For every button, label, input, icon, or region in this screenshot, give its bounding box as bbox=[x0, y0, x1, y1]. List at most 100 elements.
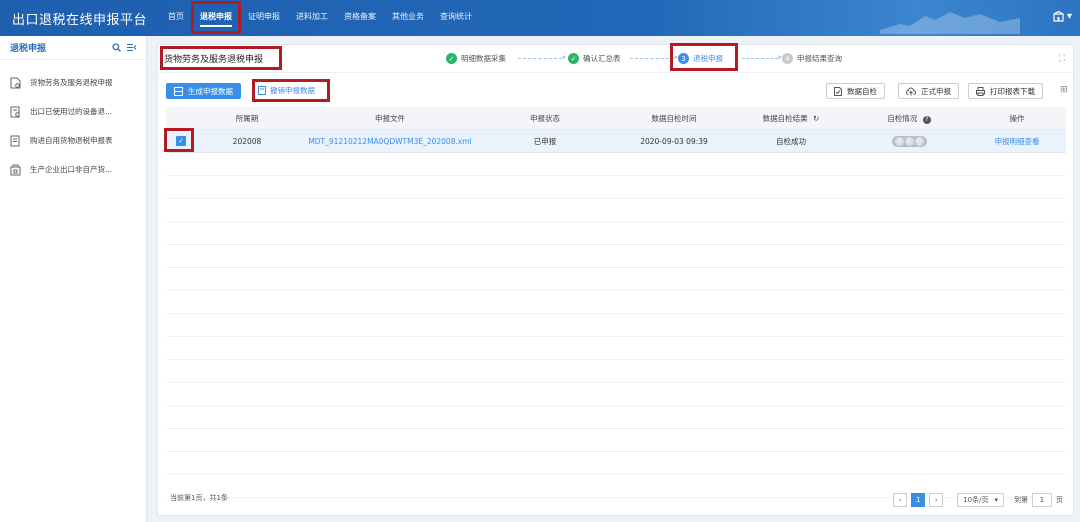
formal-declaration-button[interactable]: 正式申报 bbox=[898, 83, 959, 99]
step-arrow bbox=[742, 53, 782, 61]
document-icon bbox=[10, 106, 20, 117]
empty-row bbox=[166, 222, 1066, 245]
nav-other-business[interactable]: 其他业务 bbox=[384, 0, 432, 36]
cell-status: 已申报 bbox=[533, 136, 557, 146]
sidebar-item-label: 购进自用货物退税申报表 bbox=[30, 136, 113, 145]
header-label: 自检情况 bbox=[887, 113, 918, 123]
sidebar-item-used-equipment-refund[interactable]: 出口已使用过的设备退... bbox=[0, 97, 146, 126]
button-label: 撤销申报数据 bbox=[270, 86, 315, 95]
generate-declaration-data-button[interactable]: 生成申报数据 bbox=[166, 83, 241, 99]
sidebar-item-label: 货物劳务及服务退税申报 bbox=[30, 78, 113, 87]
table-header: 所属期 申报文件 申报状态 数据自检时间 数据自检结果 ↻ 自检情况 ? 操作 bbox=[166, 107, 1066, 130]
empty-row bbox=[166, 245, 1066, 268]
empty-row bbox=[166, 176, 1066, 199]
step-number: 4 bbox=[782, 53, 793, 64]
search-icon[interactable] bbox=[112, 43, 121, 52]
nav-tax-refund-declaration[interactable]: 退税申报 bbox=[192, 0, 240, 36]
table-row[interactable]: ✓ 202008 MDT_91210212MA0QDWTM3E_202008.x… bbox=[166, 130, 1066, 153]
header-status: 申报状态 bbox=[530, 113, 560, 123]
steps-bar: 货物劳务及服务退税申报 ✓ 明细数据采集 ✓ 确认汇总表 3 退税申报 4 申报… bbox=[158, 45, 1073, 73]
empty-row bbox=[166, 406, 1066, 429]
step-result-query[interactable]: 4 申报结果查询 bbox=[782, 53, 842, 64]
next-page-button[interactable]: › bbox=[929, 493, 944, 507]
empty-row bbox=[166, 314, 1066, 337]
refresh-icon[interactable]: ↻ bbox=[813, 114, 819, 123]
revoke-declaration-data-button[interactable]: 撤销申报数据 bbox=[258, 85, 315, 96]
page-size-value: 10条/页 bbox=[963, 496, 989, 504]
header-action: 操作 bbox=[1009, 113, 1025, 123]
sidebar-item-non-self-produced-export[interactable]: 生产企业出口非自产货... bbox=[0, 155, 146, 184]
empty-row bbox=[166, 291, 1066, 314]
view-declaration-details-link[interactable]: 申报明细查看 bbox=[968, 136, 1066, 147]
cell-period: 202008 bbox=[232, 136, 262, 146]
header-check-time: 数据自检时间 bbox=[651, 113, 697, 123]
empty-row bbox=[166, 429, 1066, 452]
goto-label: 到第 bbox=[1014, 496, 1028, 504]
empty-row bbox=[166, 268, 1066, 291]
sidebar-title: 退税申报 bbox=[10, 44, 47, 54]
button-label: 生成申报数据 bbox=[188, 86, 233, 96]
nav-qualification-filing[interactable]: 资格备案 bbox=[336, 0, 384, 36]
collapse-menu-icon[interactable] bbox=[127, 43, 136, 52]
step-label: 确认汇总表 bbox=[583, 54, 621, 63]
nav-home[interactable]: 首页 bbox=[160, 0, 192, 36]
step-label: 退税申报 bbox=[693, 54, 723, 63]
cell-check-result: 自检成功 bbox=[776, 136, 806, 146]
cell-file-link[interactable]: MDT_91210212MA0QDWTM3E_202008.xml bbox=[306, 137, 474, 146]
step-refund-declaration[interactable]: 3 退税申报 bbox=[678, 53, 723, 64]
top-bar: 出口退税在线申报平台 首页 退税申报 证明申报 进料加工 资格备案 其他业务 查… bbox=[0, 0, 1080, 36]
app-title: 出口退税在线申报平台 bbox=[12, 13, 148, 28]
file-check-icon bbox=[834, 86, 842, 96]
step-arrow bbox=[630, 53, 678, 61]
declaration-table: 所属期 申报文件 申报状态 数据自检时间 数据自检结果 ↻ 自检情况 ? 操作 … bbox=[166, 107, 1066, 498]
step-arrow bbox=[518, 53, 566, 61]
help-icon[interactable]: ? bbox=[922, 115, 931, 124]
step-detail-collection[interactable]: ✓ 明细数据采集 bbox=[446, 53, 506, 64]
nav-query-statistics[interactable]: 查询统计 bbox=[432, 0, 480, 36]
empty-row bbox=[166, 383, 1066, 406]
form-icon bbox=[174, 86, 183, 96]
sidebar-item-purchased-goods-refund[interactable]: 购进自用货物退税申报表 bbox=[0, 126, 146, 155]
building-icon bbox=[1053, 11, 1064, 22]
count-badge: 0 bbox=[904, 136, 914, 146]
cell-check-counts: 0 0 0 bbox=[850, 135, 968, 147]
pagination-info: 当前第1页，共1条 bbox=[170, 494, 228, 502]
great-wall-decoration bbox=[880, 12, 1020, 34]
step-label: 明细数据采集 bbox=[461, 54, 506, 63]
count-badge: 0 bbox=[894, 136, 904, 146]
column-settings-icon[interactable]: ⊞ bbox=[1060, 85, 1068, 95]
check-circle-icon: ✓ bbox=[446, 53, 457, 64]
nav-certificate-declaration[interactable]: 证明申报 bbox=[240, 0, 288, 36]
step-label: 申报结果查询 bbox=[797, 54, 842, 63]
goto-page-input[interactable]: 1 bbox=[1032, 493, 1052, 507]
print-report-download-button[interactable]: 打印报表下载 bbox=[968, 83, 1043, 99]
chevron-down-icon: ▾ bbox=[1066, 11, 1072, 22]
check-count-badges: 0 0 0 bbox=[891, 135, 927, 147]
nav-processing-trade[interactable]: 进料加工 bbox=[288, 0, 336, 36]
empty-row bbox=[166, 153, 1066, 176]
sidebar-item-label: 生产企业出口非自产货... bbox=[30, 165, 113, 174]
sidebar: 退税申报 货物劳务及服务退税申报 出口已使用过的设备退... 购进自用货物退税申… bbox=[0, 36, 147, 522]
cell-check-time: 2020-09-03 09:39 bbox=[640, 136, 708, 146]
header-file: 申报文件 bbox=[375, 113, 405, 123]
sidebar-header: 退税申报 bbox=[0, 36, 146, 60]
button-label: 正式申报 bbox=[921, 86, 951, 96]
data-self-check-button[interactable]: 数据自检 bbox=[826, 83, 885, 99]
user-menu[interactable]: ▾ bbox=[1053, 11, 1072, 22]
row-checkbox[interactable]: ✓ bbox=[176, 136, 186, 146]
page-size-select[interactable]: 10条/页 ▾ bbox=[957, 493, 1004, 507]
button-label: 打印报表下载 bbox=[990, 86, 1035, 96]
step-confirm-summary[interactable]: ✓ 确认汇总表 bbox=[568, 53, 621, 64]
fullscreen-icon[interactable]: ⛶ bbox=[1059, 54, 1065, 64]
page-number-button[interactable]: 1 bbox=[911, 493, 926, 507]
empty-row bbox=[166, 452, 1066, 475]
prev-page-button[interactable]: ‹ bbox=[893, 493, 908, 507]
main-nav: 首页 退税申报 证明申报 进料加工 资格备案 其他业务 查询统计 bbox=[160, 0, 480, 36]
button-label: 数据自检 bbox=[847, 86, 877, 96]
sidebar-item-label: 出口已使用过的设备退... bbox=[30, 107, 113, 116]
document-icon bbox=[10, 135, 20, 146]
pagination: ‹ 1 › 10条/页 ▾ 到第 1 页 bbox=[893, 493, 1063, 507]
step-number: 3 bbox=[678, 53, 689, 64]
sidebar-item-goods-services-refund[interactable]: 货物劳务及服务退税申报 bbox=[0, 68, 146, 97]
caret-down-icon: ▾ bbox=[994, 496, 998, 504]
